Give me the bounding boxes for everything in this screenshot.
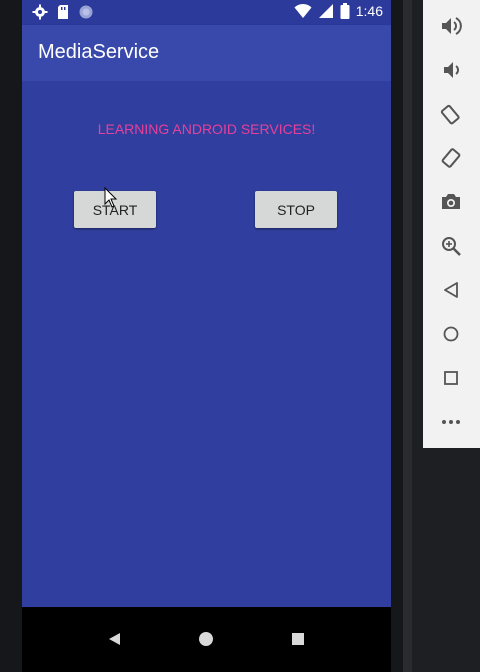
emulator-more-button[interactable] [437, 408, 465, 436]
back-icon [109, 633, 120, 645]
signal-icon [318, 4, 333, 18]
navigation-bar [22, 607, 391, 672]
volume-down-button[interactable] [437, 56, 465, 84]
camera-icon [442, 194, 460, 209]
zoom-button[interactable] [437, 232, 465, 260]
nav-home-button[interactable] [191, 624, 221, 654]
emulator-home-button[interactable] [437, 320, 465, 348]
status-icons-left [32, 4, 94, 20]
emulator-toolbar [423, 0, 480, 448]
overview-icon [444, 371, 458, 385]
rotate-left-button[interactable] [437, 100, 465, 128]
more-icon [442, 420, 460, 424]
status-icons-right: 1:46 [294, 3, 383, 19]
home-icon [443, 326, 459, 342]
device-screen: 1:46 MediaService LEARNING ANDROID SERVI… [22, 0, 391, 672]
emulator-back-button[interactable] [437, 276, 465, 304]
volume-down-icon [444, 62, 459, 78]
headline-text: LEARNING ANDROID SERVICES! [97, 121, 316, 137]
gear-icon [32, 4, 48, 20]
status-time: 1:46 [355, 3, 383, 19]
mouse-cursor-icon [104, 187, 118, 208]
volume-up-button[interactable] [437, 12, 465, 40]
home-icon [199, 632, 213, 646]
zoom-icon [442, 237, 461, 256]
nav-back-button[interactable] [99, 624, 129, 654]
device-edge [403, 0, 412, 672]
sync-icon [79, 5, 93, 19]
sd-card-icon [58, 5, 68, 19]
battery-icon [340, 3, 350, 19]
emulator-overview-button[interactable] [437, 364, 465, 392]
rotate-left-icon [440, 104, 460, 125]
back-icon [444, 282, 458, 298]
volume-up-icon [442, 17, 462, 35]
stop-button[interactable]: STOP [255, 191, 337, 228]
wifi-icon [294, 3, 312, 18]
rotate-right-icon [441, 148, 461, 168]
screenshot-button[interactable] [437, 188, 465, 216]
main-content: LEARNING ANDROID SERVICES! START STOP [22, 81, 391, 607]
app-bar: MediaService [22, 25, 391, 81]
nav-recents-button[interactable] [283, 624, 313, 654]
recents-icon [292, 633, 304, 645]
app-title: MediaService [38, 41, 160, 63]
rotate-right-button[interactable] [437, 144, 465, 172]
status-bar: 1:46 [22, 0, 391, 25]
